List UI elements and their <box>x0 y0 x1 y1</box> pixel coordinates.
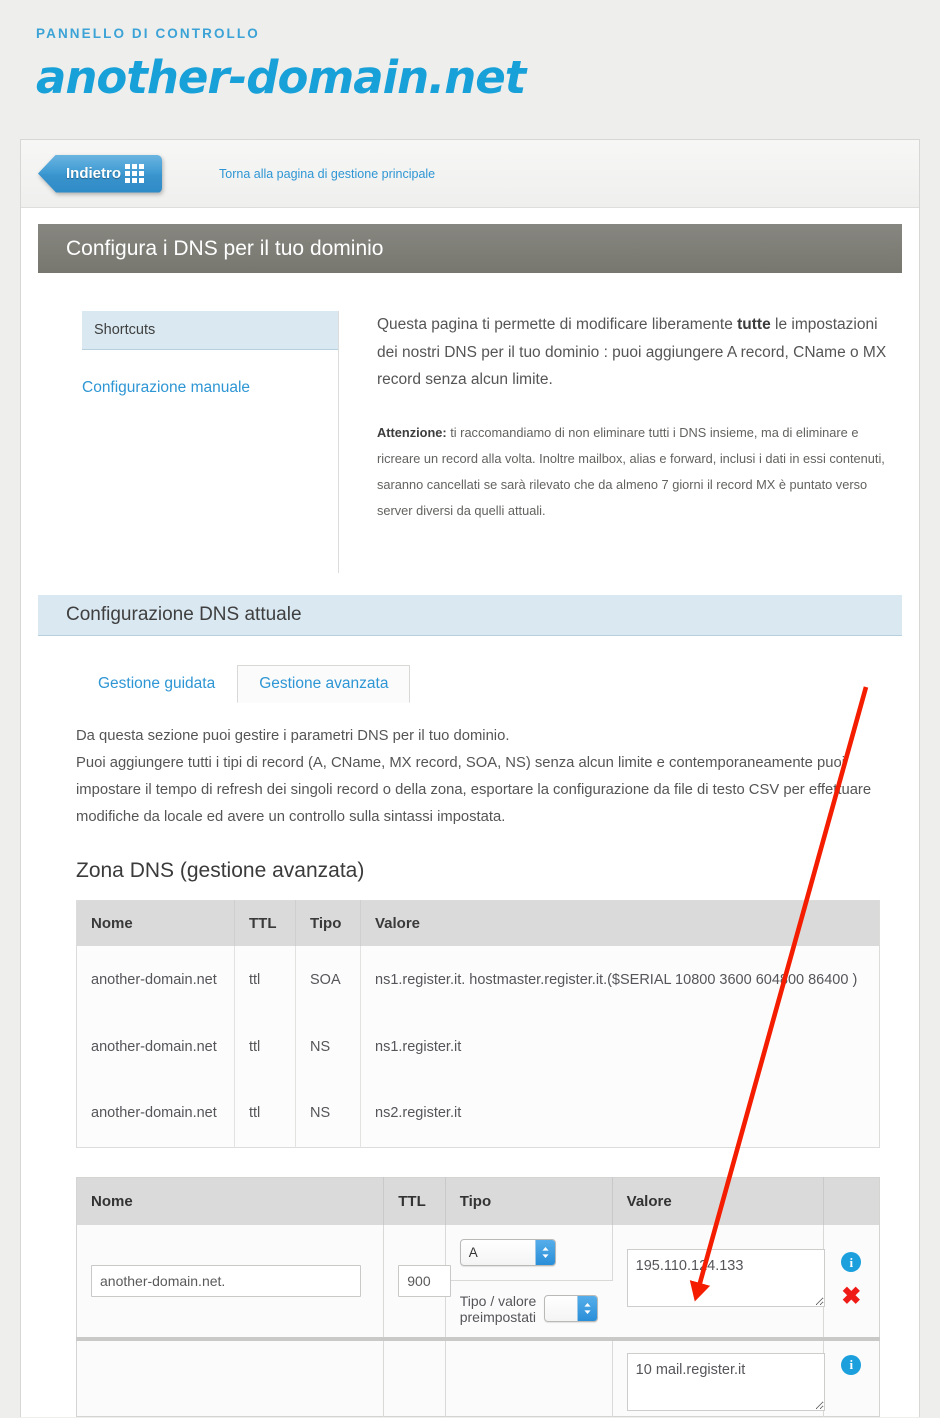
table-row: another-domain.net ttl NS ns1.register.i… <box>76 1013 880 1081</box>
info-icon[interactable]: i <box>841 1252 862 1273</box>
zone-dns-title: Zona DNS (gestione avanzata) <box>76 859 365 883</box>
form-cell-valore: 195.110.124.133 <box>612 1224 825 1339</box>
brand-header: PANNELLO DI CONTROLLO another-domain.net <box>0 0 940 100</box>
current-dns-config-heading: Configurazione DNS attuale <box>38 595 902 636</box>
zone-cell-tipo: NS <box>295 1013 361 1081</box>
back-button[interactable]: Indietro <box>38 154 162 193</box>
zone-col-tipo: Tipo <box>295 900 361 947</box>
chevron-updown-icon <box>577 1296 598 1322</box>
intro-warning-paragraph: Attenzione: ti raccomandiamo di non elim… <box>377 420 888 525</box>
intro-lead-before: Questa pagina ti permette di modificare … <box>377 316 738 333</box>
zone-cell-ttl: ttl <box>234 1080 296 1148</box>
info-icon[interactable]: i <box>841 1354 862 1375</box>
zone-col-ttl: TTL <box>234 900 296 947</box>
form-cell-actions: i ✖ <box>823 1225 879 1339</box>
record-type-value: A <box>468 1244 478 1260</box>
form-col-valore: Valore <box>612 1177 824 1225</box>
record-value-textarea[interactable]: 195.110.124.133 <box>626 1249 825 1308</box>
form-cell-valore: 10 mail.register.it <box>612 1336 825 1417</box>
control-panel-kicker: PANNELLO DI CONTROLLO <box>36 26 260 41</box>
zone-cell-ttl: ttl <box>234 1013 296 1081</box>
form-col-nome: Nome <box>76 1177 385 1225</box>
table-row: 10 mail.register.it i <box>76 1336 880 1417</box>
intro-text-column: Questa pagina ti permette di modificare … <box>338 311 902 573</box>
form-table-header-row: Nome TTL Tipo Valore <box>76 1177 880 1225</box>
record-type-select[interactable]: A <box>459 1238 556 1266</box>
page-title: Configura i DNS per il tuo dominio <box>66 236 384 260</box>
zone-cell-valore: ns1.register.it. hostmaster.register.it.… <box>375 971 858 988</box>
intro-section: Shortcuts Configurazione manuale Questa … <box>21 273 919 573</box>
form-col-actions <box>823 1177 880 1225</box>
record-value-textarea[interactable]: 10 mail.register.it <box>626 1352 825 1411</box>
back-bar: Indietro Torna alla pagina di gestione p… <box>21 140 919 208</box>
zone-cell-ttl: ttl <box>234 946 296 1014</box>
record-name-input[interactable] <box>91 1264 361 1297</box>
form-table-wrapper: Nome TTL Tipo Valore another-domain.net.… <box>38 1176 902 1417</box>
dns-records-form-table: Nome TTL Tipo Valore another-domain.net.… <box>76 1176 880 1417</box>
preset-select[interactable] <box>544 1295 599 1323</box>
zone-col-nome: Nome <box>76 900 235 947</box>
zone-cell-nome: another-domain.net <box>76 1080 235 1148</box>
page-title-bar: Configura i DNS per il tuo dominio <box>38 224 902 273</box>
grid-icon <box>125 164 144 183</box>
form-col-ttl: TTL <box>383 1177 446 1225</box>
form-cell-ttl <box>383 1336 446 1417</box>
form-col-tipo: Tipo <box>445 1177 613 1225</box>
zone-cell-nome: another-domain.net <box>76 1013 235 1081</box>
form-cell-nome <box>76 1336 385 1417</box>
preset-label: Tipo / valore preimpostati <box>459 1292 537 1325</box>
current-dns-config-label: Configurazione DNS attuale <box>66 604 302 625</box>
intro-lead-paragraph: Questa pagina ti permette di modificare … <box>377 311 888 394</box>
record-ttl-input[interactable] <box>398 1264 452 1297</box>
sidebar-link-manual-config[interactable]: Configurazione manuale <box>82 379 338 397</box>
zone-table-wrapper: Nome TTL Tipo Valore another-domain.net … <box>38 900 902 1148</box>
back-button-label: Indietro <box>66 165 121 182</box>
warning-label: Attenzione: <box>377 424 447 440</box>
zone-col-valore: Valore <box>360 900 880 947</box>
form-cell-actions: i <box>823 1336 880 1417</box>
zone-dns-table: Nome TTL Tipo Valore another-domain.net … <box>76 900 880 1148</box>
zone-table-header-row: Nome TTL Tipo Valore <box>76 900 880 947</box>
description-line-2: Puoi aggiungere tutti i tipi di record (… <box>76 755 872 826</box>
table-row: another-domain.net ttl NS ns2.register.i… <box>76 1080 880 1148</box>
delete-icon[interactable]: ✖ <box>840 1285 862 1309</box>
zone-cell-tipo: NS <box>295 1080 361 1148</box>
domain-name-title: another-domain.net <box>36 51 526 104</box>
form-cell-tipo: A <box>445 1224 613 1281</box>
table-row: another-domain.net ttl SOA ns1.register.… <box>76 946 880 1014</box>
shortcuts-sidebar: Shortcuts Configurazione manuale <box>38 311 338 573</box>
tab-gestione-guidata[interactable]: Gestione guidata <box>76 665 237 703</box>
form-cell-preset: Tipo / valore preimpostati <box>445 1279 613 1339</box>
zone-cell-valore: ns2.register.it <box>375 1105 462 1122</box>
description-line-1: Da questa sezione puoi gestire i paramet… <box>76 728 510 744</box>
section-description: Da questa sezione puoi gestire i paramet… <box>38 723 902 831</box>
main-panel: Indietro Torna alla pagina di gestione p… <box>20 139 920 1417</box>
zone-cell-nome: another-domain.net <box>76 946 235 1014</box>
tab-gestione-avanzata[interactable]: Gestione avanzata <box>237 665 411 703</box>
intro-lead-bold: tutte <box>737 316 771 333</box>
form-cell-ttl <box>383 1224 452 1339</box>
form-cell-nome <box>76 1224 385 1339</box>
back-to-management-link[interactable]: Torna alla pagina di gestione principale <box>219 167 435 181</box>
form-cell-tipo <box>445 1336 613 1417</box>
shortcuts-heading: Shortcuts <box>82 311 338 350</box>
warning-text: ti raccomandiamo di non eliminare tutti … <box>377 424 885 519</box>
config-tabs: Gestione guidata Gestione avanzata <box>38 665 902 703</box>
zone-cell-valore: ns1.register.it <box>375 1038 462 1055</box>
zone-cell-tipo: SOA <box>295 946 361 1014</box>
table-row: A 195.110 <box>76 1224 880 1339</box>
chevron-updown-icon <box>534 1239 555 1265</box>
